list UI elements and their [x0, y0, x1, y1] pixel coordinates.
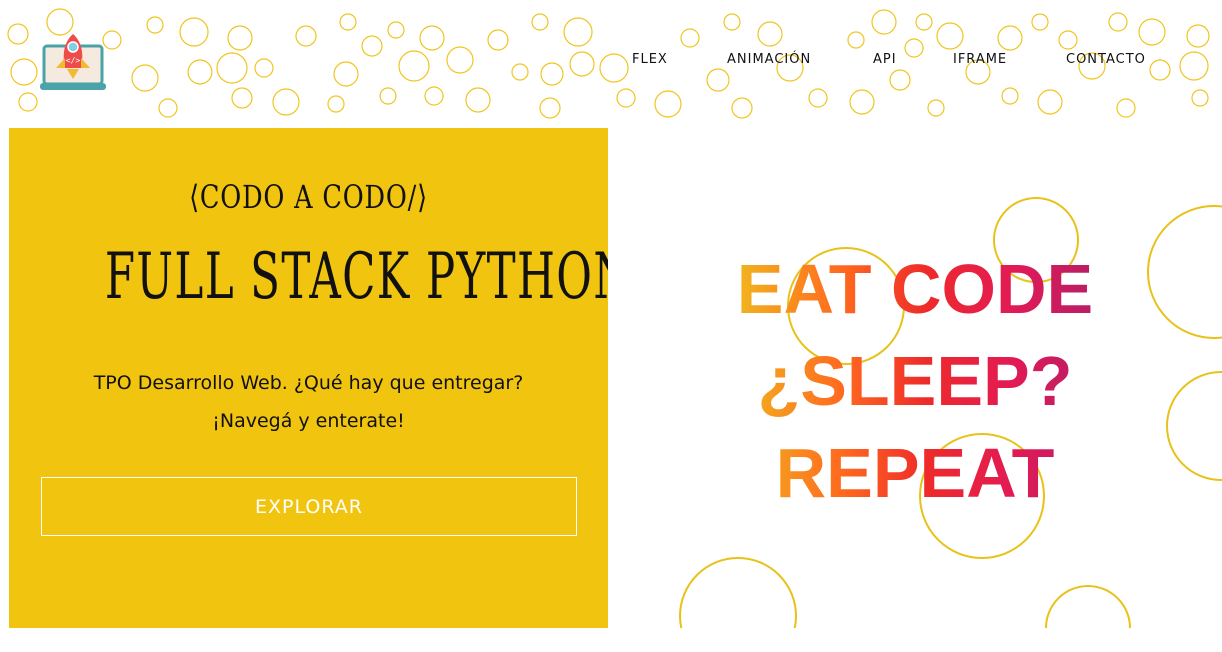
hero-description: TPO Desarrollo Web. ¿Qué hay que entrega…: [9, 364, 608, 440]
slogan-text: EAT CODE ¿SLEEP? REPEAT: [608, 243, 1222, 519]
nav-api[interactable]: API: [873, 52, 897, 67]
slogan-line-3: REPEAT: [608, 427, 1222, 519]
rocket-laptop-icon[interactable]: </>: [40, 30, 106, 96]
main-nav: FLEX ANIMACIÓN API IFRAME CONTACTO: [600, 52, 1160, 76]
nav-flex[interactable]: FLEX: [632, 52, 668, 67]
svg-text:</>: </>: [66, 56, 81, 65]
slogan-line-2: ¿SLEEP?: [608, 335, 1222, 427]
hero-subtitle: ⟨CODO A CODO/⟩: [189, 178, 428, 216]
slogan-panel: EAT CODE ¿SLEEP? REPEAT: [608, 128, 1222, 628]
hero-panel: ⟨CODO A CODO/⟩ FULL STACK PYTHON TPO Des…: [9, 128, 633, 628]
hero-description-line-1: TPO Desarrollo Web. ¿Qué hay que entrega…: [93, 372, 524, 394]
nav-animacion[interactable]: ANIMACIÓN: [727, 52, 811, 67]
hero-title: FULL STACK PYTHON: [104, 240, 633, 314]
slogan-line-1: EAT CODE: [608, 243, 1222, 335]
nav-iframe[interactable]: IFRAME: [953, 52, 1007, 67]
site-header: </> FLEX ANIMACIÓN API IFRAME CONTACTO: [0, 0, 1222, 128]
hero-description-line-2: ¡Navegá y enterate!: [212, 410, 405, 432]
explore-button[interactable]: EXPLORAR: [41, 477, 577, 536]
nav-contacto[interactable]: CONTACTO: [1066, 52, 1146, 67]
